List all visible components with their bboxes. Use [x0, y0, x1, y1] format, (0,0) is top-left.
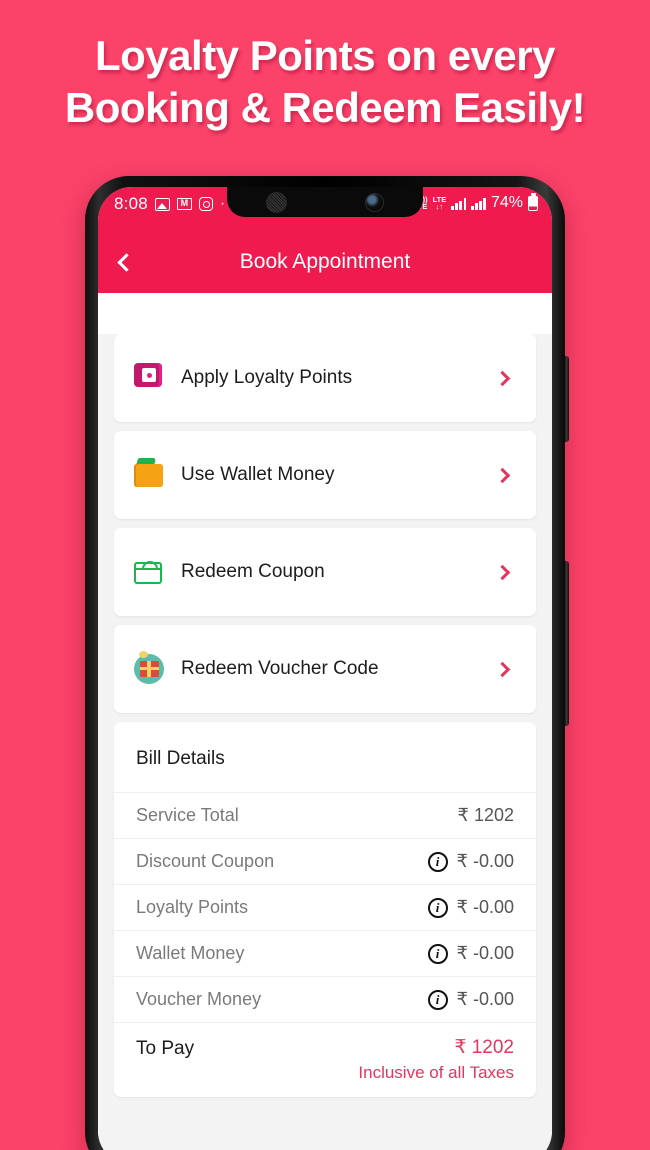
bill-row-amount: ₹ 1202	[457, 805, 515, 825]
list-item[interactable]: Use Wallet Money	[114, 431, 536, 519]
option-label: Redeem Coupon	[181, 561, 325, 582]
to-pay-note: Inclusive of all Taxes	[358, 1063, 514, 1082]
info-icon[interactable]: i	[427, 943, 448, 964]
phone-volume-button[interactable]	[564, 356, 569, 442]
list-item[interactable]: Redeem Coupon	[114, 528, 536, 616]
to-pay-row: To Pay ₹ 1202 Inclusive of all Taxes	[114, 1022, 536, 1097]
info-icon[interactable]: i	[427, 989, 448, 1010]
bill-row-amount: ₹ -0.00	[456, 943, 514, 963]
phone-notch	[227, 187, 423, 217]
earpiece-speaker-icon	[266, 191, 287, 213]
signal-bars-sim1-icon	[451, 197, 467, 210]
bill-row-label: Discount Coupon	[136, 851, 275, 871]
chevron-left-icon[interactable]	[117, 252, 136, 272]
table-row: Wallet Money i ₹ -0.00	[114, 930, 536, 976]
table-row: Voucher Money i ₹ -0.00	[114, 976, 536, 1022]
bill-row-amount: ₹ -0.00	[456, 851, 514, 871]
content-spacer	[98, 293, 552, 334]
promo-headline-line-2: Booking & Redeem Easily!	[64, 84, 586, 131]
status-time: 8:08	[114, 194, 148, 213]
bill-row-label: Voucher Money	[136, 989, 262, 1009]
bill-row-label: Wallet Money	[136, 943, 245, 963]
instagram-icon	[198, 197, 213, 211]
list-item[interactable]: Apply Loyalty Points	[114, 334, 536, 422]
info-icon[interactable]: i	[427, 897, 448, 918]
chevron-right-icon[interactable]	[494, 564, 511, 580]
to-pay-label: To Pay	[136, 1038, 195, 1059]
chevron-right-icon[interactable]	[494, 370, 511, 386]
info-icon[interactable]: i	[427, 851, 448, 872]
front-camera-icon	[365, 192, 384, 212]
promo-headline: Loyalty Points on every Booking & Redeem…	[0, 30, 650, 134]
screen-content: Apply Loyalty Points Use Wallet Money Re…	[98, 293, 552, 1150]
phone-power-button[interactable]	[564, 561, 569, 726]
photos-icon	[154, 197, 170, 211]
option-card-coupon[interactable]: Redeem Coupon	[114, 528, 536, 616]
table-row: Loyalty Points i ₹ -0.00	[114, 884, 536, 930]
app-bar: Book Appointment	[98, 231, 552, 293]
option-card-voucher[interactable]: Redeem Voucher Code	[114, 625, 536, 713]
list-item[interactable]: Redeem Voucher Code	[114, 625, 536, 713]
signal-bars-sim2-icon	[471, 197, 486, 210]
voucher-gift-icon	[134, 651, 164, 684]
option-label: Use Wallet Money	[181, 464, 335, 485]
bill-row-label: Loyalty Points	[136, 897, 249, 917]
option-label: Redeem Voucher Code	[181, 658, 379, 679]
bill-row-amount: ₹ -0.00	[456, 989, 514, 1009]
to-pay-amount: ₹ 1202	[454, 1037, 514, 1058]
chevron-right-icon[interactable]	[494, 661, 511, 677]
bill-details-title: Bill Details	[136, 748, 225, 769]
table-row: Discount Coupon i ₹ -0.00	[114, 838, 536, 884]
wallet-icon	[134, 460, 164, 490]
bill-row-amount: ₹ -0.00	[456, 897, 514, 917]
page-title: Book Appointment	[239, 250, 411, 273]
lte-icon: LTE ↓↑	[433, 195, 447, 211]
option-label: Apply Loyalty Points	[181, 367, 353, 388]
loyalty-card-icon	[134, 363, 164, 393]
phone-mockup: 8:08 M ··· ⏰ Vo)) LTE LTE ↓↑ 74%	[85, 176, 569, 1150]
lte-data-arrows: ↓↑	[435, 202, 444, 211]
phone-screen: 8:08 M ··· ⏰ Vo)) LTE LTE ↓↑ 74%	[98, 187, 552, 1150]
coupon-gift-icon	[133, 557, 164, 587]
battery-icon	[528, 193, 538, 211]
option-card-loyalty[interactable]: Apply Loyalty Points	[114, 334, 536, 422]
chevron-right-icon[interactable]	[494, 467, 511, 483]
bill-row-label: Service Total	[136, 805, 239, 825]
option-card-wallet[interactable]: Use Wallet Money	[114, 431, 536, 519]
gmail-icon: M	[176, 198, 192, 210]
bill-details-card: Bill Details Service Total ₹ 1202 Discou…	[114, 722, 536, 1097]
battery-percent-label: 74%	[490, 194, 523, 211]
promo-headline-line-1: Loyalty Points on every	[95, 32, 555, 79]
table-row: Service Total ₹ 1202	[114, 792, 536, 838]
